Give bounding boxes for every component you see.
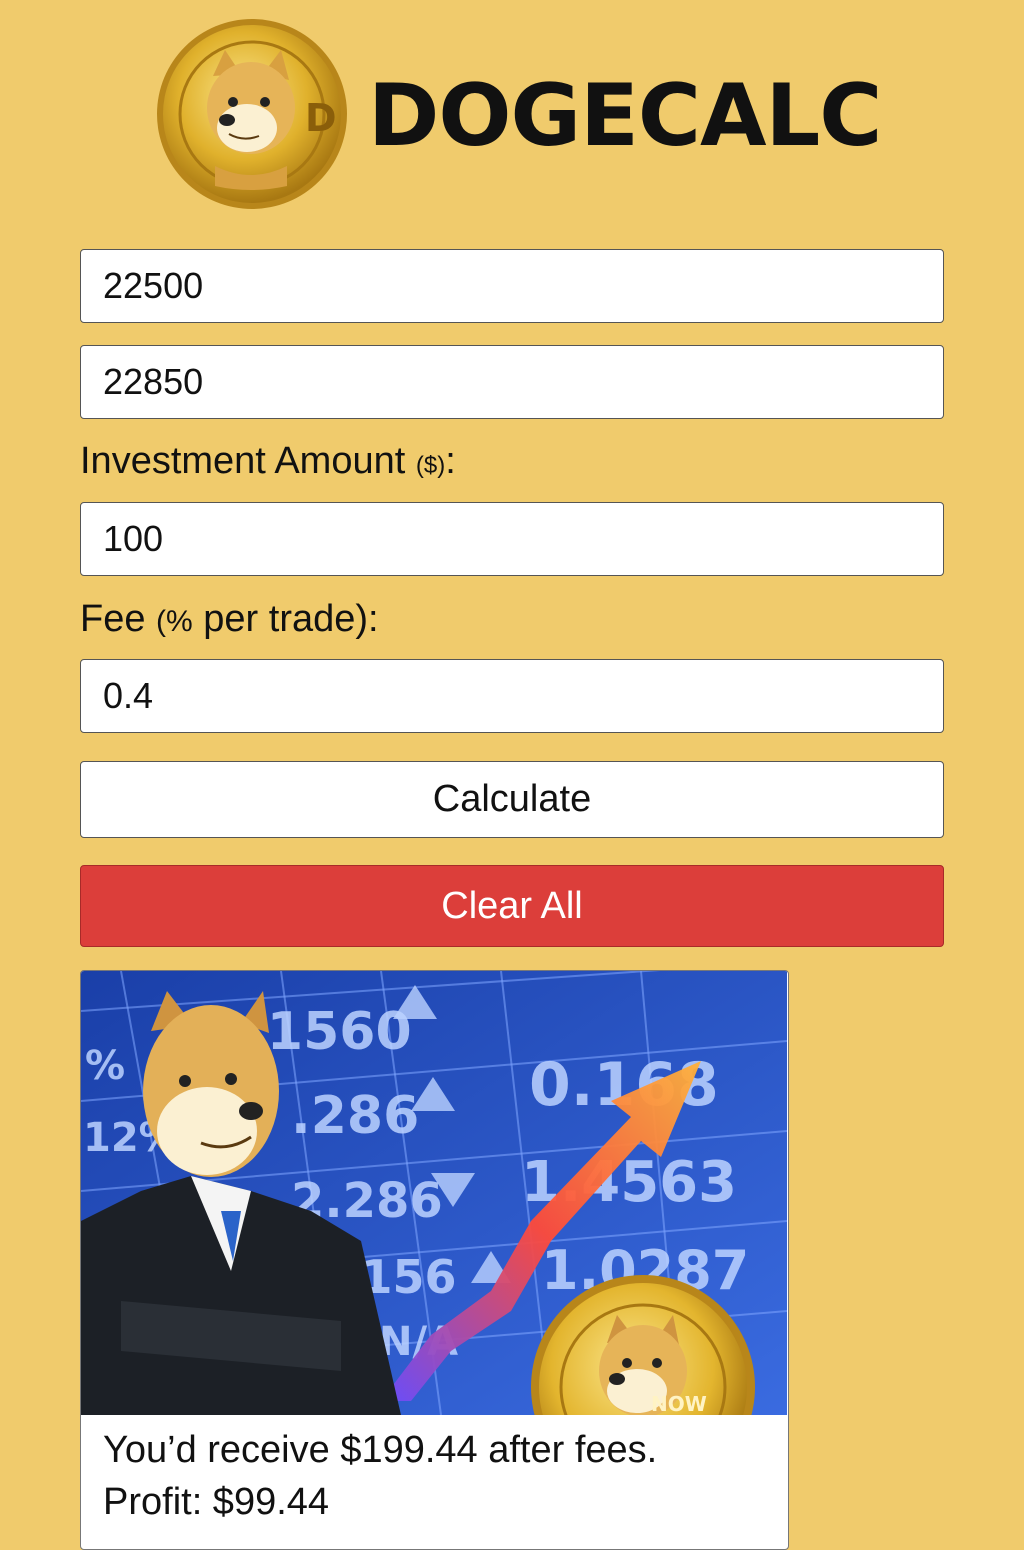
doge-coin-logo-icon: D xyxy=(157,19,347,209)
calculate-button[interactable]: Calculate xyxy=(80,761,944,838)
doge-stocks-meme-image: 1.1560 .286 2.286 .156 0.168 1.4563 1.02… xyxy=(81,971,787,1415)
investment-label-text: Investment Amount xyxy=(80,440,406,482)
fee-label-text: Fee xyxy=(80,598,146,640)
fee-input[interactable] xyxy=(80,659,944,733)
investment-amount-label: Investment Amount ($): xyxy=(80,440,456,483)
app-title: DOGECALC xyxy=(368,66,882,166)
sell-price-input[interactable] xyxy=(80,345,944,419)
investment-amount-input[interactable] xyxy=(80,502,944,576)
result-receive-text: You’d receive $199.44 after fees. xyxy=(103,1429,658,1471)
investment-label-unit: ($) xyxy=(415,452,446,479)
buy-price-input[interactable] xyxy=(80,249,944,323)
ticker-value: % xyxy=(85,1043,125,1089)
investment-label-colon: : xyxy=(445,440,456,482)
fee-label-rest: per trade): xyxy=(203,598,379,640)
fee-label-unit: (% xyxy=(156,605,193,638)
coin-label: NOW xyxy=(651,1392,707,1415)
ticker-value: .286 xyxy=(291,1086,419,1146)
clear-all-button[interactable]: Clear All xyxy=(80,865,944,947)
fee-label: Fee (% per trade): xyxy=(80,598,379,641)
app-header: D DOGECALC xyxy=(0,0,1024,246)
result-card: 1.1560 .286 2.286 .156 0.168 1.4563 1.02… xyxy=(80,970,789,1550)
result-profit-text: Profit: $99.44 xyxy=(103,1481,330,1523)
svg-text:D: D xyxy=(305,96,337,140)
